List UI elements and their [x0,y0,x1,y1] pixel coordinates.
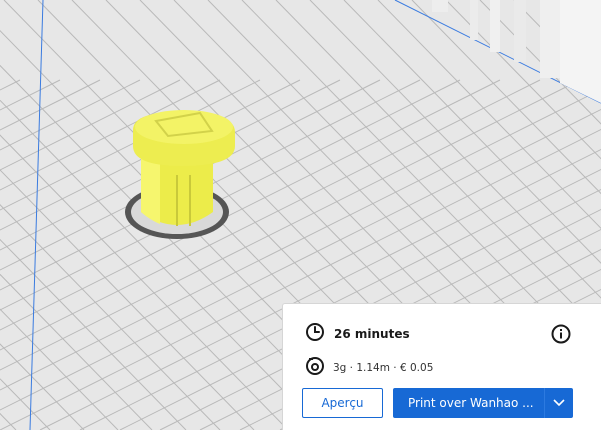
clock-icon [305,322,325,346]
chevron-down-icon[interactable] [552,397,566,409]
material-usage-row: 3g · 1.14m · € 0.05 [305,356,434,380]
preview-button[interactable]: Aperçu [302,388,383,418]
print-button-divider [544,388,545,418]
print-info-panel: 26 minutes 3g · 1.14m · € 0.05 Aperçu Pr… [282,303,601,430]
spool-icon [305,356,325,380]
print-over-network-button[interactable]: Print over Wanhao ... [393,388,573,418]
print-button-label: Print over Wanhao ... [408,396,534,410]
material-usage-label: 3g · 1.14m · € 0.05 [333,362,434,374]
print-time-label: 26 minutes [334,327,410,341]
info-icon[interactable] [551,324,571,344]
print-time-row: 26 minutes [305,323,410,345]
